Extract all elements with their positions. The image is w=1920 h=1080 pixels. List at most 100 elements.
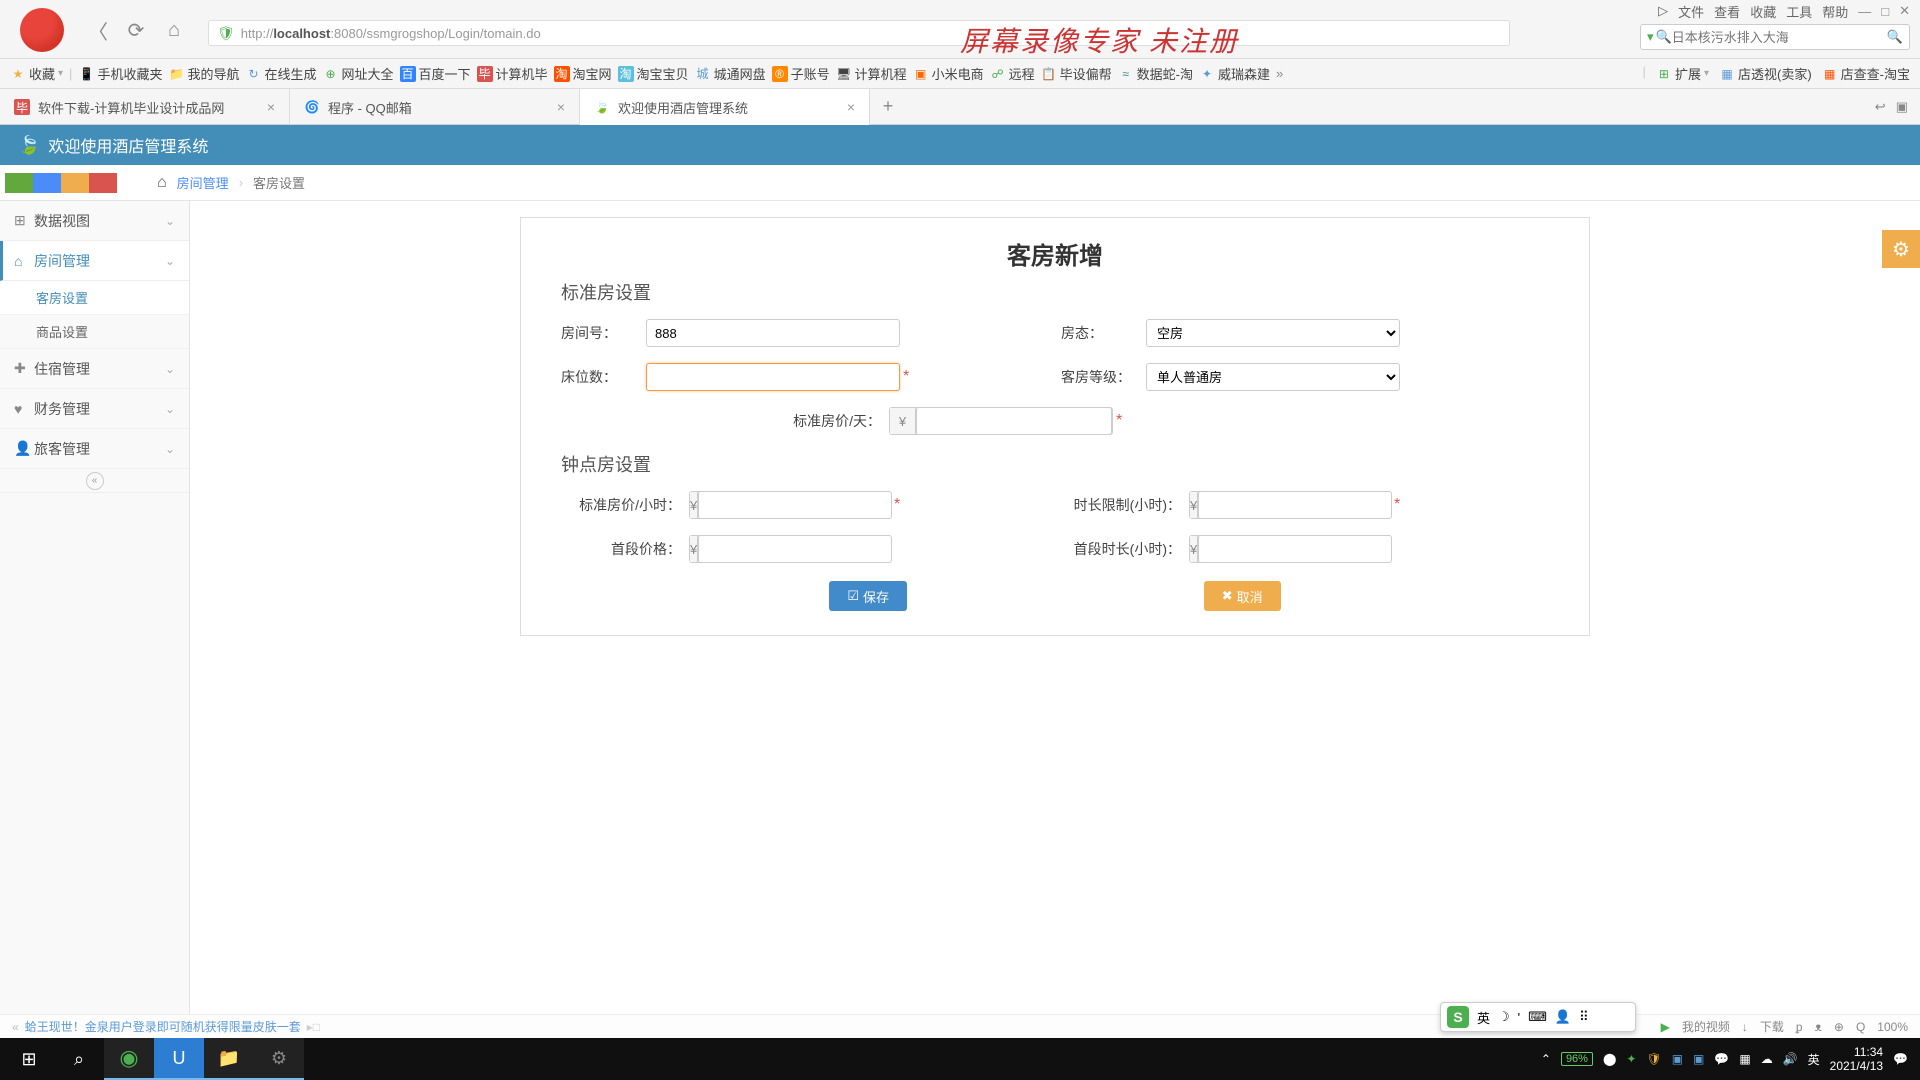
ime-user-icon[interactable]: 👤 [1555, 1009, 1571, 1025]
tab-close-icon[interactable]: × [267, 99, 275, 115]
hr-limit-input[interactable] [1198, 491, 1392, 519]
status-item[interactable]: ᵱ [1796, 1020, 1803, 1034]
tray-icon[interactable]: 🛡 [1646, 1052, 1661, 1066]
ext-button[interactable]: ⊞扩展▾ [1656, 64, 1709, 83]
bookmark-item[interactable]: ★收藏▾ [10, 64, 63, 83]
taskbar-app[interactable]: 📁 [204, 1038, 254, 1080]
bookmark-item[interactable]: 淘淘宝宝贝 [618, 64, 689, 83]
ext-button[interactable]: ▦店透视(卖家) [1719, 64, 1812, 83]
new-tab-button[interactable]: + [870, 89, 906, 124]
sidebar-collapse[interactable]: « [0, 469, 189, 493]
ime-comma-icon[interactable]: ' [1518, 1010, 1520, 1025]
status-item[interactable]: ↓ [1742, 1020, 1748, 1034]
sidebar-sub-roomset[interactable]: 客房设置 [0, 281, 189, 315]
tray-notification-icon[interactable]: 💬 [1893, 1052, 1908, 1066]
search-go-icon[interactable]: 🔍 [1887, 29, 1903, 45]
tray-icon[interactable]: 💬 [1714, 1052, 1729, 1066]
taskbar-app[interactable]: U [154, 1038, 204, 1080]
menu-fav[interactable]: 收藏 [1750, 2, 1776, 21]
ime-keyboard-icon[interactable]: ⌨ [1528, 1009, 1547, 1025]
tray-icon[interactable]: ▣ [1672, 1052, 1683, 1066]
breadcrumb-link[interactable]: 房间管理 [177, 173, 229, 192]
bookmark-item[interactable]: 百百度一下 [400, 64, 471, 83]
video-icon[interactable]: ▶ [1661, 1020, 1670, 1034]
menu-view[interactable]: 查看 [1714, 2, 1740, 21]
battery-status[interactable]: 96% [1561, 1052, 1593, 1066]
taskbar-app[interactable]: ◉ [104, 1038, 154, 1080]
ime-lang[interactable]: 英 [1477, 1008, 1490, 1027]
bookmark-item[interactable]: ▣小米电商 [913, 64, 984, 83]
play-icon[interactable]: ▷ [1658, 3, 1668, 19]
room-no-input[interactable] [646, 319, 900, 347]
sidebar-item-room[interactable]: ⌂ 房间管理 ⌄ [0, 241, 189, 281]
tray-chevron-icon[interactable]: ⌃ [1541, 1052, 1551, 1066]
bookmark-more[interactable]: » [1276, 66, 1283, 81]
profile-avatar[interactable] [20, 8, 64, 52]
tray-lang[interactable]: 英 [1808, 1051, 1820, 1068]
tab-list-icon[interactable]: ▣ [1896, 99, 1908, 115]
search-engine-icon[interactable]: ▾ [1647, 29, 1654, 45]
bookmark-item[interactable]: 淘淘宝网 [554, 64, 612, 83]
tray-icon[interactable]: ▣ [1693, 1052, 1704, 1066]
bookmark-item[interactable]: ⊕网址大全 [322, 64, 393, 83]
sidebar-sub-goodset[interactable]: 商品设置 [0, 315, 189, 349]
menu-help[interactable]: 帮助 [1822, 2, 1848, 21]
tray-icon[interactable]: ⬤ [1603, 1052, 1616, 1066]
browser-search-input[interactable] [1672, 30, 1887, 45]
tab-close-icon[interactable]: × [847, 99, 855, 115]
level-select[interactable]: 单人普通房 [1146, 363, 1400, 391]
status-item[interactable]: 我的视频 [1682, 1018, 1730, 1035]
ime-toolbar[interactable]: S 英 ☽ ' ⌨ 👤 ⠿ [1440, 1002, 1636, 1032]
cancel-button[interactable]: ✖取消 [1204, 581, 1281, 611]
refresh-button[interactable]: ⟳ [124, 18, 148, 42]
sidebar-item-finance[interactable]: ♥ 财务管理 ⌄ [0, 389, 189, 429]
status-item[interactable]: Q [1856, 1020, 1865, 1034]
restore-tab-icon[interactable]: ↩ [1875, 99, 1886, 115]
status-item[interactable]: ᴥ [1815, 1020, 1822, 1034]
bookmark-item[interactable]: 📱手机收藏夹 [78, 64, 162, 83]
tray-icon[interactable]: ✦ [1626, 1052, 1636, 1066]
ime-moon-icon[interactable]: ☽ [1498, 1009, 1510, 1025]
sidebar-item-stay[interactable]: ✚ 住宿管理 ⌄ [0, 349, 189, 389]
tray-icon[interactable]: ▦ [1739, 1052, 1750, 1066]
back-button[interactable]: 〈 [86, 18, 110, 42]
theme-green[interactable] [5, 173, 33, 193]
status-item[interactable]: ⊕ [1834, 1020, 1844, 1034]
bookmark-item[interactable]: 📁我的导航 [168, 64, 239, 83]
theme-red[interactable] [89, 173, 117, 193]
bookmark-item[interactable]: ≈数据蛇-淘 [1118, 64, 1193, 83]
window-max-icon[interactable]: □ [1881, 4, 1889, 19]
bookmark-item[interactable]: ✦威瑞森建 [1199, 64, 1270, 83]
address-bar[interactable]: 🛡 http://localhost:8080/ssmgrogshop/Logi… [208, 20, 1510, 46]
status-item[interactable]: 下载 [1760, 1018, 1784, 1035]
tab-item[interactable]: 毕 软件下载-计算机毕业设计成品网 × [0, 89, 290, 125]
home-button[interactable]: ⌂ [162, 18, 186, 42]
tab-item[interactable]: 🌀 程序 - QQ邮箱 × [290, 89, 580, 125]
beds-input[interactable] [646, 363, 900, 391]
home-icon[interactable]: ⌂ [157, 174, 167, 192]
bookmark-item[interactable]: 城城通网盘 [695, 64, 766, 83]
sidebar-item-guest[interactable]: 👤 旅客管理 ⌄ [0, 429, 189, 469]
start-button[interactable]: ⊞ [4, 1038, 54, 1080]
window-min-icon[interactable]: — [1858, 4, 1871, 19]
bookmark-item[interactable]: ↻在线生成 [245, 64, 316, 83]
save-button[interactable]: ☑保存 [829, 581, 907, 611]
theme-orange[interactable] [61, 173, 89, 193]
bookmark-item[interactable]: 🖥计算机程 [836, 64, 907, 83]
bookmark-item[interactable]: ®子账号 [772, 64, 830, 83]
tray-volume-icon[interactable]: 🔊 [1783, 1052, 1798, 1066]
browser-search[interactable]: ▾ 🔍 🔍 [1640, 24, 1910, 50]
hr-price-input[interactable] [698, 491, 892, 519]
bookmark-item[interactable]: ☍远程 [990, 64, 1035, 83]
tray-clock[interactable]: 11:34 2021/4/13 [1830, 1045, 1883, 1074]
window-close-icon[interactable]: ✕ [1899, 3, 1910, 19]
menu-file[interactable]: 文件 [1678, 2, 1704, 21]
bookmark-item[interactable]: 毕计算机毕 [477, 64, 548, 83]
settings-gear[interactable]: ⚙ [1882, 230, 1920, 268]
ime-grid-icon[interactable]: ⠿ [1579, 1009, 1589, 1025]
tab-item[interactable]: 🍃 欢迎使用酒店管理系统 × [580, 89, 870, 125]
tray-icon[interactable]: ☁ [1761, 1052, 1773, 1066]
ext-button[interactable]: ▦店查查-淘宝 [1822, 64, 1910, 83]
bookmark-item[interactable]: 📋毕设偏帮 [1041, 64, 1112, 83]
chevron-icon[interactable]: « [12, 1020, 19, 1034]
